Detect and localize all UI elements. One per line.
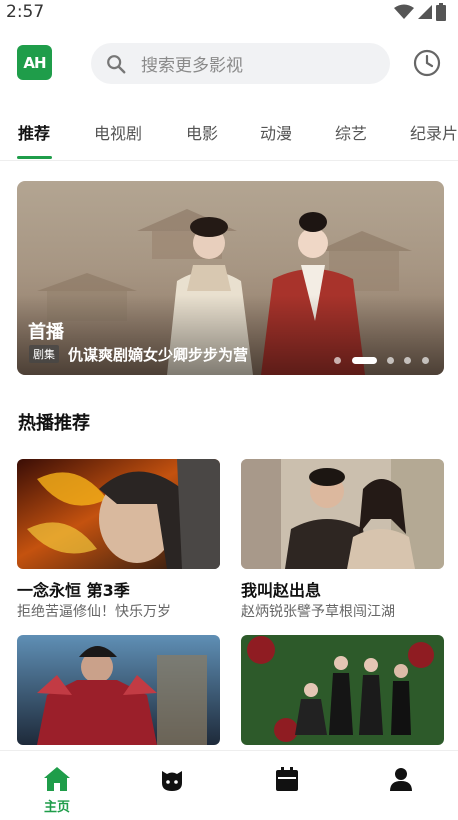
nav-home-label: 主页 bbox=[43, 800, 70, 815]
pagination-dot[interactable] bbox=[334, 357, 341, 364]
search-bar[interactable]: 搜索更多影视 bbox=[91, 43, 390, 84]
banner-title: 首播 bbox=[28, 322, 64, 343]
bottom-nav: 主页 bbox=[0, 750, 458, 820]
tab-anime[interactable]: 动漫 bbox=[260, 120, 292, 144]
active-tab-indicator bbox=[17, 156, 52, 159]
status-icons bbox=[394, 3, 446, 21]
signal-icon bbox=[418, 5, 432, 19]
banner-tag: 剧集 bbox=[29, 345, 59, 363]
tab-variety[interactable]: 综艺 bbox=[335, 120, 367, 144]
featured-banner[interactable]: 首播 剧集 仇谋爽剧嫡女少卿步步为营 bbox=[17, 181, 444, 375]
thumbnail-art bbox=[241, 459, 444, 569]
video-subtitle: 拒绝苦逼修仙！快乐万岁 bbox=[17, 604, 171, 620]
search-placeholder: 搜索更多影视 bbox=[141, 56, 243, 76]
nav-anime[interactable] bbox=[115, 751, 229, 820]
profile-icon bbox=[390, 768, 412, 791]
tab-recommend[interactable]: 推荐 bbox=[18, 120, 50, 144]
anime-face-icon bbox=[162, 771, 182, 791]
status-time: 2:57 bbox=[6, 2, 45, 22]
section-title-hot: 热播推荐 bbox=[18, 413, 90, 434]
nav-profile[interactable] bbox=[344, 751, 458, 820]
history-clock-icon[interactable] bbox=[413, 49, 441, 77]
tab-movies[interactable]: 电影 bbox=[186, 120, 218, 144]
pagination-dot-active[interactable] bbox=[352, 357, 377, 364]
video-thumbnail[interactable] bbox=[241, 459, 444, 569]
wifi-icon bbox=[394, 4, 414, 19]
video-title: 我叫赵出息 bbox=[241, 581, 322, 600]
banner-subtitle: 仇谋爽剧嫡女少卿步步为营 bbox=[68, 346, 249, 364]
video-thumbnail[interactable] bbox=[241, 635, 444, 745]
thumbnail-art bbox=[17, 459, 220, 569]
video-thumbnail[interactable] bbox=[17, 635, 220, 745]
status-bar: 2:57 bbox=[0, 0, 458, 26]
pagination-dot[interactable] bbox=[404, 357, 411, 364]
search-icon bbox=[107, 54, 126, 73]
calendar-icon bbox=[276, 767, 298, 791]
video-title: 一念永恒 第3季 bbox=[17, 581, 130, 600]
tab-documentary[interactable]: 纪录片 bbox=[410, 120, 458, 144]
app-logo[interactable]: AH bbox=[17, 45, 52, 80]
header: AH 搜索更多影视 bbox=[0, 40, 458, 88]
nav-home[interactable]: 主页 bbox=[0, 751, 114, 820]
thumbnail-art bbox=[241, 635, 444, 745]
nav-schedule[interactable] bbox=[230, 751, 344, 820]
tab-tv-series[interactable]: 电视剧 bbox=[94, 120, 142, 144]
tabs-divider bbox=[0, 160, 458, 161]
pagination-dot[interactable] bbox=[387, 357, 394, 364]
home-icon bbox=[44, 767, 70, 791]
battery-icon bbox=[436, 3, 446, 21]
video-thumbnail[interactable] bbox=[17, 459, 220, 569]
thumbnail-art bbox=[17, 635, 220, 745]
category-tabs: 推荐 电视剧 电影 动漫 综艺 纪录片 bbox=[0, 108, 458, 160]
pagination-dot[interactable] bbox=[422, 357, 429, 364]
video-subtitle: 赵炳锐张譬予草根闯江湖 bbox=[241, 604, 395, 620]
